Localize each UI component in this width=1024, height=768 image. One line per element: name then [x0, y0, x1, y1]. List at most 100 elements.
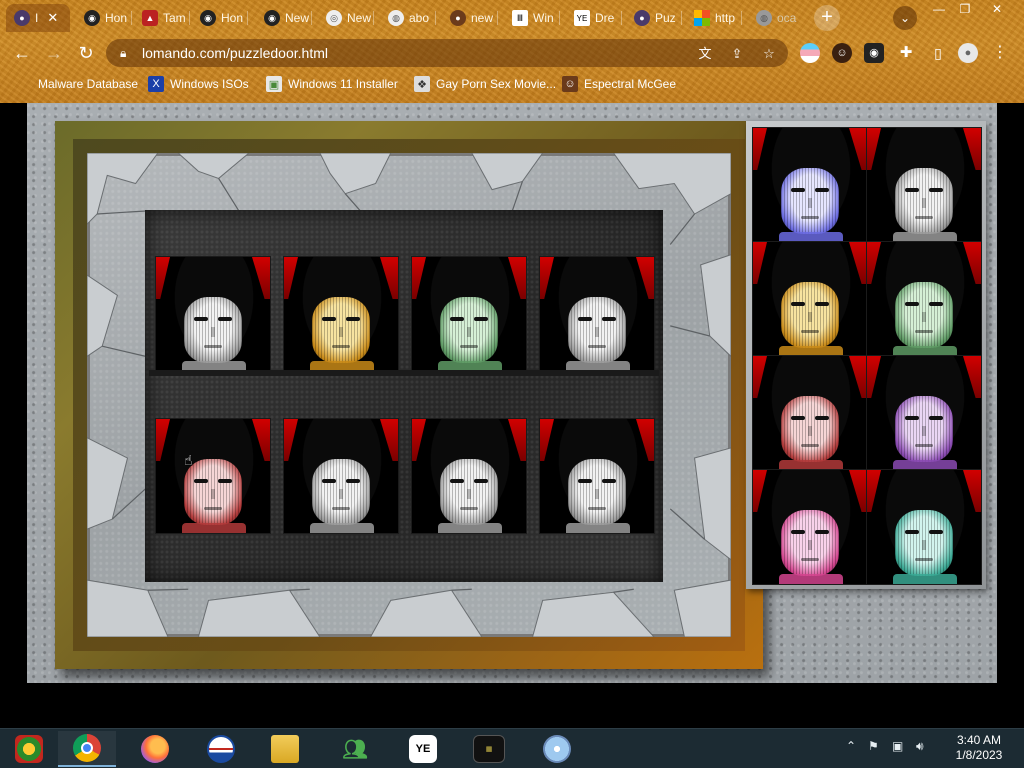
system-clock[interactable]: 3:40 AM 1/8/2023	[948, 733, 1010, 763]
clock-date: 1/8/2023	[955, 748, 1003, 762]
x-icon: X	[148, 76, 164, 92]
tab[interactable]: ◍ abo	[380, 4, 436, 32]
piece-green[interactable]	[866, 241, 982, 357]
restore-icon: ❐	[959, 2, 971, 16]
taskbar-app-media-center[interactable]	[0, 731, 58, 767]
avatar-extension-icon[interactable]: ☺	[832, 43, 852, 63]
folder-icon	[16, 76, 32, 92]
board-slot-3[interactable]	[411, 256, 527, 372]
pride-flag-extension-icon[interactable]	[800, 43, 820, 63]
taskbar-app-ye[interactable]: YE	[394, 731, 452, 767]
bookmark-malware-database[interactable]: Malware Database	[16, 76, 138, 92]
minimize-button[interactable]: —	[928, 2, 950, 16]
volume-icon[interactable]: 🔊︎	[916, 739, 924, 754]
archive-icon: Ⅲ	[512, 10, 528, 26]
tab[interactable]: ◎ New	[318, 4, 374, 32]
tab-label: Dre	[595, 11, 615, 25]
tab[interactable]: Ⅲ Win	[504, 4, 560, 32]
bookmark-movie[interactable]: ❖ Gay Porn Sex Movie...	[414, 76, 556, 92]
piece-red[interactable]	[752, 355, 868, 471]
tab-active[interactable]: ● I ✕	[6, 4, 70, 32]
piece-purple[interactable]	[866, 355, 982, 471]
tab[interactable]: ● new	[442, 4, 498, 32]
piece-pink[interactable]	[752, 469, 868, 585]
bookmark-label: Espectral McGee	[584, 77, 677, 91]
bookmark-label: Gay Porn Sex Movie...	[436, 77, 557, 91]
flag-icon[interactable]: ⚑	[868, 739, 879, 753]
image-icon: ▣	[266, 76, 282, 92]
taskbar-app-disc-setup[interactable]	[528, 731, 586, 767]
tab-search-button[interactable]: ⌄	[893, 6, 917, 30]
pieces-grid	[752, 127, 982, 585]
board-slot-8[interactable]	[539, 418, 655, 534]
board-slot-6[interactable]	[283, 418, 399, 534]
share-icon[interactable]: ⇪	[728, 45, 746, 63]
lock-icon: 🔒︎	[120, 45, 127, 60]
restore-button[interactable]: ❐	[954, 2, 976, 16]
close-icon[interactable]: ✕	[47, 10, 58, 26]
globe-icon: ◍	[388, 10, 404, 26]
tab-label: New	[285, 11, 310, 25]
owl-avatar-icon: ●	[634, 10, 650, 26]
chrome-icon	[73, 734, 101, 762]
bookmark-windows-11-installer[interactable]: ▣ Windows 11 Installer	[266, 76, 398, 92]
forward-button[interactable]: →	[42, 41, 66, 65]
tab-strip: ● I ✕ ◉ Hon ▲ Tam ◉ Hon ◉ New ◎ New ◍ ab…	[0, 0, 1024, 34]
bookmark-label: Windows 11 Installer	[288, 77, 398, 91]
profile-avatar-icon[interactable]: ●	[958, 43, 978, 63]
bookmark-espectral-mcgee[interactable]: ☺ Espectral McGee	[562, 76, 676, 92]
media-center-icon	[15, 735, 43, 763]
board-slot-4[interactable]	[539, 256, 655, 372]
piece-teal[interactable]	[866, 469, 982, 585]
sunglasses-extension-icon[interactable]: ◉	[864, 43, 884, 63]
board-slot-1[interactable]	[155, 256, 271, 372]
close-window-button[interactable]: ✕	[986, 2, 1008, 16]
ye-icon: YE	[574, 10, 590, 26]
tab[interactable]: ▲ Tam	[134, 4, 190, 32]
chevron-down-icon: ⌄	[899, 11, 911, 25]
tab-label: Tam	[163, 11, 186, 25]
new-tab-button[interactable]: +	[814, 5, 840, 31]
piece-white[interactable]	[866, 127, 982, 243]
piece-gold[interactable]	[752, 241, 868, 357]
windows-taskbar: 👥︎ YE ▦ ⌃ ⚑ ▣ 🔊︎ 3:40 AM 1/8/2023	[0, 728, 1024, 768]
tab[interactable]: ◉ Hon	[192, 4, 248, 32]
bookmark-label: Windows ISOs	[170, 77, 249, 91]
url-text[interactable]: lomando.com/puzzledoor.html	[142, 45, 328, 61]
taskbar-app-firefox[interactable]	[126, 731, 184, 767]
piece-blue[interactable]	[752, 127, 868, 243]
side-panel-icon[interactable]: ▯	[928, 43, 948, 63]
taskbar-app-warning[interactable]: ▦	[460, 731, 518, 767]
terminal-warning-icon: ▦	[473, 735, 505, 763]
taskbar-app-chrome[interactable]	[58, 731, 116, 767]
tab[interactable]: ◉ Hon	[76, 4, 132, 32]
taskbar-app-obama[interactable]	[192, 731, 250, 767]
tab[interactable]: YE Dre	[566, 4, 622, 32]
tab[interactable]: ◍ oca	[748, 4, 804, 32]
puzzle-board	[145, 210, 663, 582]
browser-chrome: ● I ✕ ◉ Hon ▲ Tam ◉ Hon ◉ New ◎ New ◍ ab…	[0, 0, 1024, 103]
cracked-glass-panel	[87, 153, 731, 637]
owl-avatar-icon: ●	[14, 10, 30, 26]
bookmark-label: Malware Database	[38, 77, 139, 91]
bookmark-windows-isos[interactable]: X Windows ISOs	[148, 76, 249, 92]
show-hidden-icons-icon[interactable]: ⌃	[846, 739, 856, 753]
star-icon[interactable]: ☆	[760, 45, 778, 63]
address-bar[interactable]: 🔒︎ lomando.com/puzzledoor.html 文 ⇪ ☆	[106, 39, 788, 67]
tab[interactable]: ● Puz	[626, 4, 682, 32]
tab[interactable]: ◉ New	[256, 4, 312, 32]
taskbar-app-messenger[interactable]: 👥︎	[326, 731, 384, 767]
network-icon[interactable]: ▣	[892, 739, 903, 753]
reload-button[interactable]: ↻	[74, 41, 98, 65]
tab[interactable]: http	[686, 4, 742, 32]
translate-icon[interactable]: 文	[696, 45, 714, 63]
puzzle-extensions-icon[interactable]: ✚	[896, 43, 916, 63]
back-button[interactable]: ←	[10, 41, 34, 65]
board-slot-2[interactable]	[283, 256, 399, 372]
arrow-right-icon: →	[45, 43, 63, 63]
board-slot-5[interactable]	[155, 418, 271, 534]
tab-label: Win	[533, 11, 554, 25]
menu-kebab-icon[interactable]: ⋮	[990, 43, 1010, 63]
taskbar-app-file-explorer[interactable]	[256, 731, 314, 767]
board-slot-7[interactable]	[411, 418, 527, 534]
